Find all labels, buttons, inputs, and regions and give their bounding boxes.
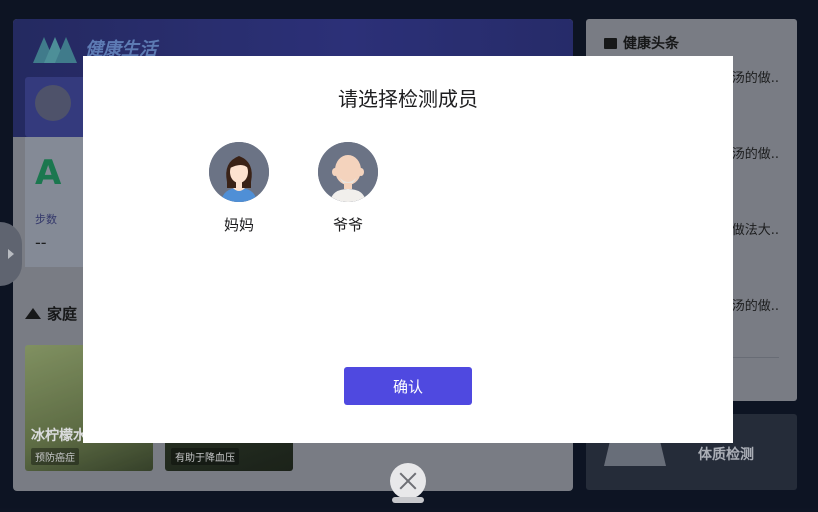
- close-button-shadow: [392, 497, 424, 503]
- woman-avatar-icon: [209, 142, 269, 202]
- dialog-title: 请选择检测成员: [338, 87, 478, 111]
- member-select-dialog: 请选择检测成员 妈妈 爷爷 确认: [83, 56, 733, 443]
- grandpa-avatar-icon: [318, 142, 378, 202]
- confirm-button[interactable]: 确认: [344, 367, 472, 405]
- member-option-mom[interactable]: 妈妈: [207, 142, 271, 235]
- close-icon[interactable]: [390, 463, 426, 499]
- member-name: 妈妈: [223, 216, 254, 234]
- member-option-grandpa[interactable]: 爷爷: [316, 142, 380, 235]
- member-name: 爷爷: [332, 216, 363, 234]
